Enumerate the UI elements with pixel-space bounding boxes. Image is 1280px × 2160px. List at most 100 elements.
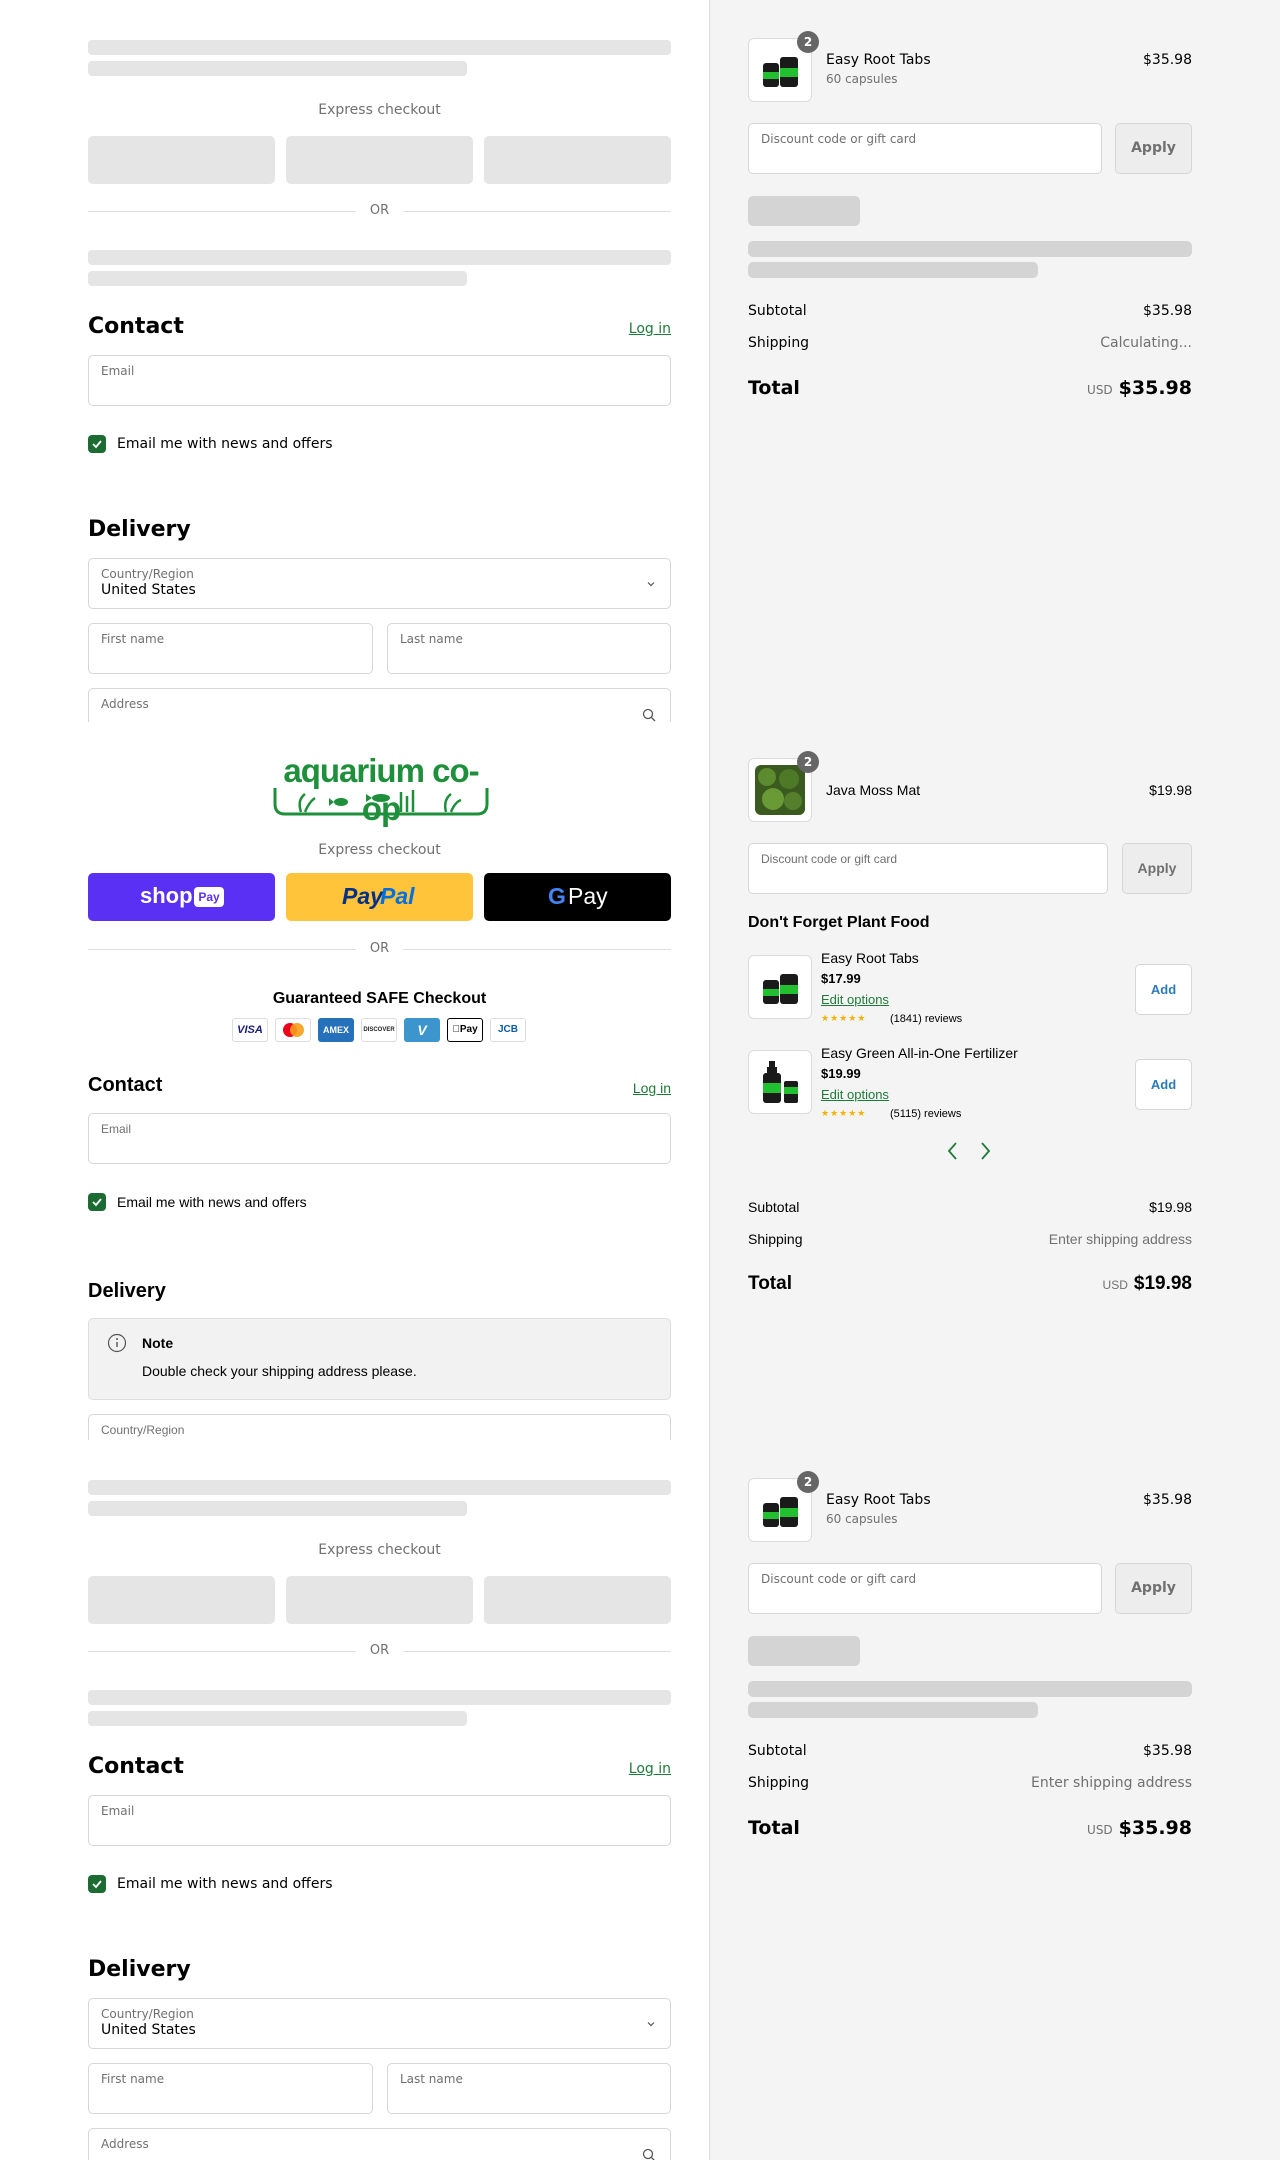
email-field[interactable]: Email	[88, 1795, 671, 1846]
address-label: Address	[101, 697, 149, 711]
gpay-wordmark: Pay	[568, 883, 608, 909]
product-thumbnail: 2	[748, 1471, 819, 1542]
discount-code-input[interactable]: Discount code or gift card	[748, 123, 1102, 174]
or-divider: OR	[88, 1641, 671, 1661]
upsell-add-button[interactable]: Add	[1135, 1059, 1192, 1110]
newsletter-checkbox[interactable]	[88, 435, 106, 453]
skeleton-line	[88, 250, 671, 265]
order-summary-2: 2 Java Moss Mat $19.98 Discount code or …	[748, 750, 1192, 1310]
email-field[interactable]: Email	[88, 355, 671, 406]
upsell-review-count: (1841) reviews	[890, 1013, 963, 1025]
express-buttons-placeholder	[88, 136, 671, 184]
paypal-wordmark-pal: Pal	[380, 883, 415, 909]
country-select[interactable]: Country/Region	[88, 1414, 671, 1440]
apple-pay-label: Pay	[456, 1024, 478, 1035]
skeleton-block	[748, 1636, 860, 1666]
login-link[interactable]: Log in	[629, 1761, 671, 1777]
apply-discount-button[interactable]: Apply	[1115, 1563, 1192, 1614]
delivery-heading: Delivery	[88, 1280, 166, 1302]
star-rating-icon: ★★★★★	[821, 1108, 867, 1118]
subtotal-value: $35.98	[1143, 303, 1192, 319]
shipping-note-banner: Note Double check your shipping address …	[88, 1318, 671, 1400]
or-label: OR	[369, 1643, 390, 1658]
address-field[interactable]: Address	[88, 2128, 671, 2160]
skeleton-line	[88, 1480, 671, 1495]
shop-pay-pill: Pay	[194, 887, 224, 907]
currency-code: USD	[1102, 1278, 1128, 1292]
express-button-skeleton	[88, 136, 275, 184]
address-field[interactable]: Address	[88, 688, 671, 722]
subtotal-value: $35.98	[1143, 1743, 1192, 1759]
apply-discount-button[interactable]: Apply	[1115, 123, 1192, 174]
total-value: USD $35.98	[1087, 377, 1192, 399]
shop-pay-button[interactable]: shop Pay	[88, 873, 275, 921]
newsletter-label: Email me with news and offers	[117, 1194, 307, 1210]
aquarium-co-op-logo[interactable]: aquarium co-op	[271, 752, 491, 827]
express-checkout-label: Express checkout	[318, 1542, 441, 1558]
shipping-label: Shipping	[748, 335, 810, 351]
upsell-thumbnail	[748, 955, 812, 1019]
root-tabs-jar-icon	[763, 974, 798, 1004]
discover-card-icon: DISCOVER	[361, 1018, 397, 1042]
product-thumbnail: 2	[748, 31, 819, 102]
login-link[interactable]: Log in	[633, 1080, 671, 1096]
total-value: USD $35.98	[1087, 1817, 1192, 1839]
subtotal-label: Subtotal	[748, 1743, 807, 1759]
upsell-price: $19.99	[821, 1066, 861, 1081]
login-link[interactable]: Log in	[629, 321, 671, 337]
country-label: Country/Region	[101, 567, 194, 581]
total-amount: $35.98	[1118, 377, 1192, 399]
apple-pay-card-icon: Pay	[447, 1018, 483, 1042]
carousel-prev-icon[interactable]	[946, 1141, 960, 1161]
search-icon	[642, 708, 656, 722]
star-rating-icon: ★★★★★	[821, 1013, 867, 1023]
first-name-field[interactable]: First name	[88, 623, 373, 674]
or-label: OR	[369, 941, 390, 956]
contact-heading: Contact	[88, 1074, 163, 1096]
upsell-price: $17.99	[821, 971, 861, 986]
email-field[interactable]: Email	[88, 1113, 671, 1164]
product-name: Java Moss Mat	[826, 782, 921, 798]
country-select[interactable]: Country/Region United States	[88, 558, 671, 609]
country-label: Country/Region	[101, 2007, 194, 2021]
contact-heading: Contact	[88, 314, 184, 339]
google-pay-button[interactable]: G Pay	[484, 873, 671, 921]
email-label: Email	[101, 1122, 132, 1136]
upsell-name: Easy Green All-in-One Fertilizer	[821, 1045, 1018, 1061]
upsell-edit-options-link[interactable]: Edit options	[821, 1087, 889, 1102]
discount-placeholder: Discount code or gift card	[761, 852, 898, 866]
discount-placeholder: Discount code or gift card	[761, 132, 917, 146]
checkout-main-loading-1: Express checkout OR Contact Log in Email…	[88, 0, 671, 722]
total-amount: $19.98	[1133, 1273, 1192, 1294]
skeleton-line	[88, 1501, 467, 1516]
checkout-main-loading-3: Express checkout OR Contact Log in Email…	[88, 1440, 671, 2160]
newsletter-label: Email me with news and offers	[117, 436, 333, 452]
total-label: Total	[748, 377, 800, 399]
last-name-field[interactable]: Last name	[387, 623, 671, 674]
first-name-field[interactable]: First name	[88, 2063, 373, 2114]
apply-discount-button[interactable]: Apply	[1122, 843, 1192, 894]
skeleton-line	[88, 1711, 467, 1726]
country-select[interactable]: Country/Region United States	[88, 1998, 671, 2049]
subtotal-label: Subtotal	[748, 303, 807, 319]
upsell-edit-options-link[interactable]: Edit options	[821, 992, 889, 1007]
newsletter-checkbox[interactable]	[88, 1193, 106, 1211]
total-label: Total	[748, 1817, 800, 1839]
upsell-name: Easy Root Tabs	[821, 950, 919, 966]
product-name: Easy Root Tabs	[826, 52, 931, 68]
discount-code-input[interactable]: Discount code or gift card	[748, 843, 1108, 894]
carousel-next-icon[interactable]	[978, 1141, 992, 1161]
or-divider: OR	[88, 201, 671, 221]
search-icon	[642, 2148, 655, 2160]
last-name-field[interactable]: Last name	[387, 2063, 671, 2114]
country-value: United States	[101, 582, 196, 598]
email-label: Email	[101, 1804, 135, 1818]
discount-code-input[interactable]: Discount code or gift card	[748, 1563, 1102, 1614]
quantity-badge: 2	[797, 751, 819, 773]
paypal-button[interactable]: Pay Pal	[286, 873, 473, 921]
google-g-icon: G	[548, 883, 566, 909]
upsell-add-button[interactable]: Add	[1135, 964, 1192, 1015]
newsletter-checkbox[interactable]	[88, 1875, 106, 1893]
express-button-skeleton	[484, 1576, 671, 1624]
currency-code: USD	[1087, 383, 1113, 397]
